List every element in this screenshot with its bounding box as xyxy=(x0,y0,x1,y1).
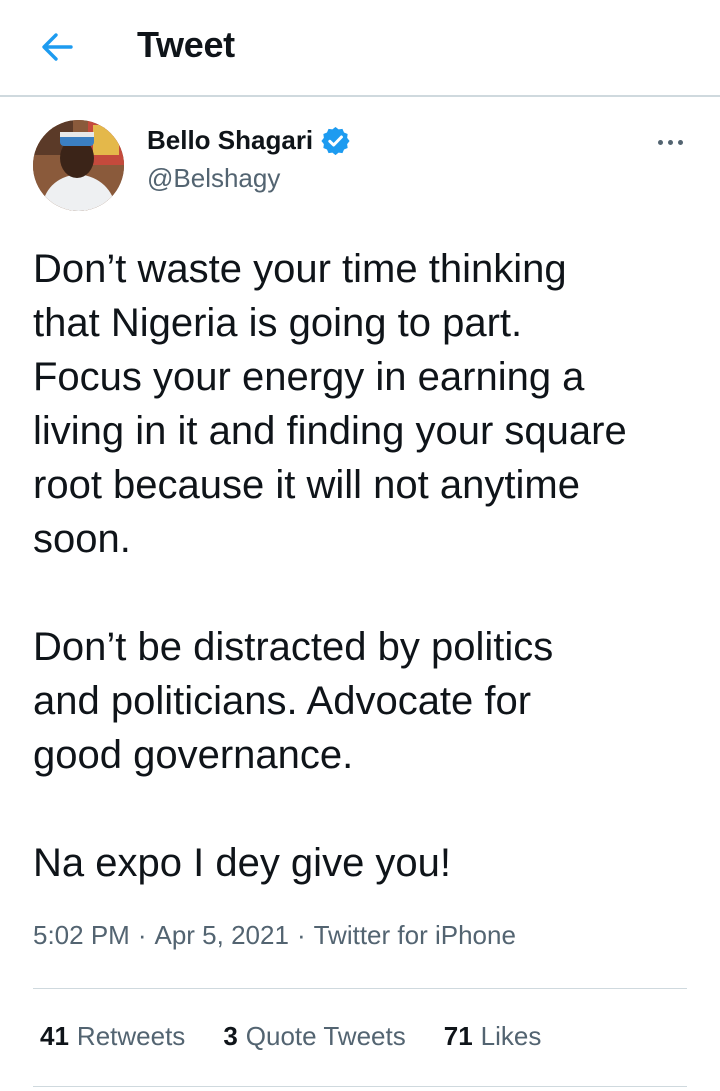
more-dot xyxy=(677,139,683,145)
avatar-photo xyxy=(33,120,124,211)
engagement-stats: 41 Retweets 3 Quote Tweets 71 Likes xyxy=(40,1021,579,1052)
arrow-left-icon xyxy=(42,33,73,61)
quote-tweets-stat[interactable]: 3 Quote Tweets xyxy=(223,1021,405,1052)
quote-tweets-label: Quote Tweets xyxy=(245,1021,406,1051)
author-handle[interactable]: @Belshagy xyxy=(147,163,280,194)
separator-dot: · xyxy=(137,920,147,950)
verified-badge-icon xyxy=(321,126,350,156)
likes-label: Likes xyxy=(480,1021,542,1051)
tweet-paragraph: Don’t waste your time thinking that Nige… xyxy=(33,247,627,561)
tweet-text: Don’t waste your time thinking that Nige… xyxy=(33,242,703,890)
divider xyxy=(33,1086,687,1087)
author-display-name[interactable]: Bello Shagari xyxy=(147,125,313,156)
page-title: Tweet xyxy=(137,24,235,65)
retweets-label: Retweets xyxy=(76,1021,186,1051)
retweets-stat[interactable]: 41 Retweets xyxy=(40,1021,185,1052)
author-name-row[interactable]: Bello Shagari xyxy=(147,125,351,156)
likes-count: 71 xyxy=(443,1021,473,1051)
more-horizontal-icon xyxy=(657,139,663,145)
avatar[interactable] xyxy=(33,120,124,211)
more-options-button[interactable] xyxy=(650,128,690,156)
more-dot xyxy=(667,139,673,145)
tweet-meta: 5:02 PM · Apr 5, 2021 · Twitter for iPhone xyxy=(33,920,516,951)
retweets-count: 41 xyxy=(40,1021,69,1051)
back-button[interactable] xyxy=(38,30,76,64)
divider xyxy=(33,988,687,989)
tweet-paragraph: Don’t be distracted by politics and poli… xyxy=(33,625,554,777)
top-bar: Tweet xyxy=(0,0,720,97)
tweet-paragraph: Na expo I dey give you! xyxy=(33,841,452,885)
tweet-date[interactable]: Apr 5, 2021 xyxy=(155,920,289,950)
separator-dot: · xyxy=(296,920,306,950)
likes-stat[interactable]: 71 Likes xyxy=(444,1021,542,1052)
tweet-source[interactable]: Twitter for iPhone xyxy=(314,920,516,950)
tweet-time[interactable]: 5:02 PM xyxy=(33,920,130,950)
quote-tweets-count: 3 xyxy=(223,1021,238,1051)
